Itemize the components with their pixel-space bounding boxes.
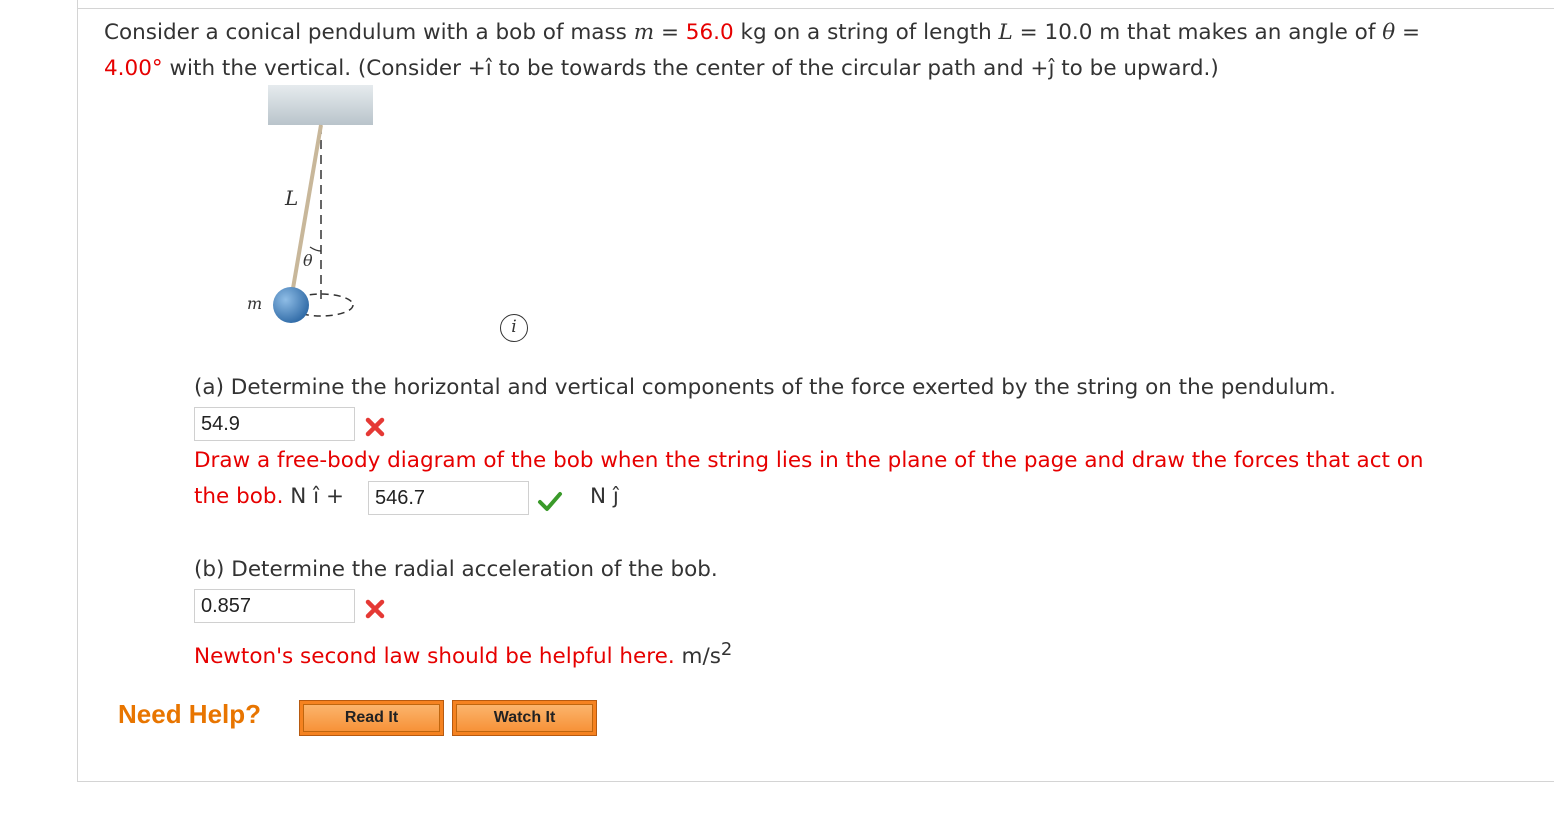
part-a-feedback-line2: the bob. N î + [194,479,344,515]
conical-pendulum-figure: L θ m [247,85,373,323]
unit-exponent: 2 [720,639,733,660]
incorrect-x-icon [365,417,385,437]
ceiling [268,85,373,125]
part-a-feedback: Draw a free-body diagram of the bob when… [194,448,1424,473]
length-label: L [284,186,298,210]
part-a-feedback-cont: the bob. [194,484,284,509]
read-it-label: Read It [303,704,440,732]
watch-it-button[interactable]: Watch It [452,700,597,736]
unit-ms2-label: m/s2 [681,639,733,670]
part-a-answer-horizontal[interactable]: 54.9 [194,407,355,441]
part-b-feedback: Newton's second law should be helpful he… [194,644,675,670]
angle-variable: θ [1382,20,1396,45]
correct-check-icon [538,492,562,511]
pendulum-string [289,124,323,301]
unit-i-label: N î + [290,484,344,509]
equals-sign-2: = [1395,20,1421,45]
pendulum-bob [273,287,309,323]
part-a-answer-vertical[interactable]: 546.7 [368,481,529,515]
mass-variable: m [633,20,655,45]
incorrect-x-icon [365,599,385,619]
part-a-question: (a) Determine the horizontal and vertica… [194,375,1336,400]
length-value-text: = 10.0 m that makes an angle of [1012,20,1383,45]
problem-text-mid: kg on a string of length [733,20,999,45]
need-help-label: Need Help? [118,699,262,729]
read-it-button[interactable]: Read It [299,700,444,736]
mass-value: 56.0 [685,20,734,45]
mass-label: m [247,294,262,313]
part-b-answer[interactable]: 0.857 [194,589,355,623]
angle-value: 4.00° [104,56,163,81]
part-b-question: (b) Determine the radial acceleration of… [194,557,718,582]
equals-sign: = [654,20,686,45]
problem-statement: Consider a conical pendulum with a bob o… [104,15,1544,87]
length-variable: L [998,20,1013,45]
problem-text-intro: Consider a conical pendulum with a bob o… [104,20,634,45]
watch-it-label: Watch It [456,704,593,732]
problem-text-rest: with the vertical. (Consider +î to be to… [162,56,1219,81]
unit-ms: m/s [681,644,721,670]
info-icon[interactable]: i [500,314,528,342]
part-b-feedback-line: Newton's second law should be helpful he… [194,632,732,675]
angle-label: θ [303,251,313,270]
unit-j-label: N ĵ [590,484,619,509]
